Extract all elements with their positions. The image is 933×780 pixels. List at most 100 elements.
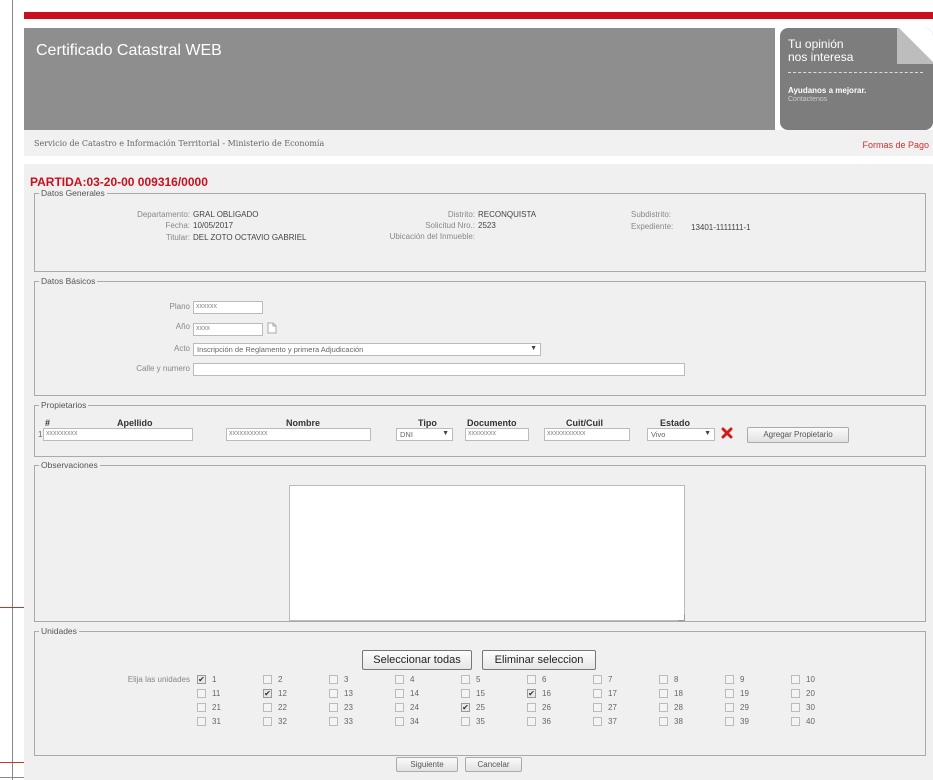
observaciones-textarea[interactable]: [289, 485, 685, 621]
unit-checkbox-29[interactable]: 29: [725, 702, 765, 714]
unit-checkbox-11[interactable]: 11: [197, 688, 237, 700]
checkbox-unchecked-icon[interactable]: [263, 703, 272, 712]
checkbox-unchecked-icon[interactable]: [197, 703, 206, 712]
unit-checkbox-24[interactable]: 24: [395, 702, 435, 714]
checkbox-unchecked-icon[interactable]: [461, 675, 470, 684]
checkbox-unchecked-icon[interactable]: [329, 717, 338, 726]
unit-checkbox-15[interactable]: 15: [461, 688, 501, 700]
document-icon[interactable]: [267, 322, 277, 334]
tipo-select[interactable]: DNI ▼: [396, 428, 453, 441]
apellido-input[interactable]: xxxxxxxxx: [43, 428, 193, 441]
unit-checkbox-32[interactable]: 32: [263, 716, 303, 728]
checkbox-unchecked-icon[interactable]: [395, 717, 404, 726]
unit-checkbox-4[interactable]: 4: [395, 674, 435, 686]
anio-input[interactable]: xxxx: [193, 323, 263, 336]
unit-checkbox-26[interactable]: 26: [527, 702, 567, 714]
unit-checkbox-10[interactable]: 10: [791, 674, 831, 686]
unit-checkbox-12[interactable]: ✔ 12: [263, 688, 303, 700]
checkbox-unchecked-icon[interactable]: [527, 675, 536, 684]
checkbox-unchecked-icon[interactable]: [461, 717, 470, 726]
unit-checkbox-25[interactable]: ✔ 25: [461, 702, 501, 714]
siguiente-button[interactable]: Siguiente: [396, 757, 458, 772]
checkbox-unchecked-icon[interactable]: [725, 717, 734, 726]
unit-checkbox-38[interactable]: 38: [659, 716, 699, 728]
checkbox-unchecked-icon[interactable]: [593, 675, 602, 684]
checkbox-checked-icon[interactable]: ✔: [461, 703, 470, 712]
unit-checkbox-28[interactable]: 28: [659, 702, 699, 714]
feedback-contact-link[interactable]: Contactenos: [788, 96, 827, 103]
plano-input[interactable]: xxxxxx: [193, 301, 263, 314]
checkbox-unchecked-icon[interactable]: [659, 689, 668, 698]
checkbox-unchecked-icon[interactable]: [725, 675, 734, 684]
unit-checkbox-13[interactable]: 13: [329, 688, 369, 700]
unit-checkbox-17[interactable]: 17: [593, 688, 633, 700]
cuit-input[interactable]: xxxxxxxxxxx: [544, 428, 630, 441]
unit-checkbox-33[interactable]: 33: [329, 716, 369, 728]
unit-checkbox-14[interactable]: 14: [395, 688, 435, 700]
checkbox-unchecked-icon[interactable]: [395, 689, 404, 698]
checkbox-checked-icon[interactable]: ✔: [527, 689, 536, 698]
agregar-propietario-button[interactable]: Agregar Propietario: [747, 427, 849, 443]
checkbox-unchecked-icon[interactable]: [659, 675, 668, 684]
unit-checkbox-35[interactable]: 35: [461, 716, 501, 728]
unit-checkbox-40[interactable]: 40: [791, 716, 831, 728]
unit-checkbox-9[interactable]: 9: [725, 674, 765, 686]
resize-grip-icon[interactable]: [678, 614, 685, 621]
unit-checkbox-19[interactable]: 19: [725, 688, 765, 700]
estado-select[interactable]: Vivo ▼: [647, 428, 715, 441]
checkbox-unchecked-icon[interactable]: [659, 717, 668, 726]
checkbox-unchecked-icon[interactable]: [791, 675, 800, 684]
checkbox-unchecked-icon[interactable]: [593, 689, 602, 698]
unit-checkbox-23[interactable]: 23: [329, 702, 369, 714]
seleccionar-todas-button[interactable]: Seleccionar todas: [362, 650, 472, 670]
checkbox-unchecked-icon[interactable]: [593, 703, 602, 712]
checkbox-unchecked-icon[interactable]: [197, 689, 206, 698]
checkbox-unchecked-icon[interactable]: [527, 717, 536, 726]
delete-x-icon[interactable]: [721, 427, 733, 439]
unit-checkbox-8[interactable]: 8: [659, 674, 699, 686]
unit-checkbox-21[interactable]: 21: [197, 702, 237, 714]
unit-checkbox-1[interactable]: ✔ 1: [197, 674, 237, 686]
formas-de-pago-link[interactable]: Formas de Pago: [862, 140, 929, 150]
checkbox-unchecked-icon[interactable]: [395, 703, 404, 712]
checkbox-unchecked-icon[interactable]: [263, 675, 272, 684]
eliminar-seleccion-button[interactable]: Eliminar seleccion: [482, 650, 596, 670]
unit-checkbox-37[interactable]: 37: [593, 716, 633, 728]
checkbox-unchecked-icon[interactable]: [659, 703, 668, 712]
checkbox-unchecked-icon[interactable]: [329, 689, 338, 698]
unit-checkbox-3[interactable]: 3: [329, 674, 369, 686]
unit-checkbox-30[interactable]: 30: [791, 702, 831, 714]
checkbox-unchecked-icon[interactable]: [329, 703, 338, 712]
checkbox-unchecked-icon[interactable]: [725, 703, 734, 712]
unit-checkbox-7[interactable]: 7: [593, 674, 633, 686]
nombre-input[interactable]: xxxxxxxxxxx: [226, 428, 371, 441]
checkbox-unchecked-icon[interactable]: [791, 703, 800, 712]
calle-input[interactable]: [193, 363, 685, 376]
checkbox-unchecked-icon[interactable]: [593, 717, 602, 726]
checkbox-checked-icon[interactable]: ✔: [197, 675, 206, 684]
unit-checkbox-6[interactable]: 6: [527, 674, 567, 686]
unit-checkbox-27[interactable]: 27: [593, 702, 633, 714]
checkbox-unchecked-icon[interactable]: [791, 689, 800, 698]
checkbox-unchecked-icon[interactable]: [395, 675, 404, 684]
unit-checkbox-2[interactable]: 2: [263, 674, 303, 686]
checkbox-unchecked-icon[interactable]: [197, 717, 206, 726]
checkbox-unchecked-icon[interactable]: [527, 703, 536, 712]
unit-checkbox-5[interactable]: 5: [461, 674, 501, 686]
cancelar-button[interactable]: Cancelar: [465, 757, 522, 772]
unit-checkbox-20[interactable]: 20: [791, 688, 831, 700]
checkbox-unchecked-icon[interactable]: [329, 675, 338, 684]
unit-checkbox-34[interactable]: 34: [395, 716, 435, 728]
documento-input[interactable]: xxxxxxxx: [465, 428, 529, 441]
unit-checkbox-22[interactable]: 22: [263, 702, 303, 714]
unit-checkbox-39[interactable]: 39: [725, 716, 765, 728]
checkbox-unchecked-icon[interactable]: [725, 689, 734, 698]
unit-checkbox-16[interactable]: ✔ 16: [527, 688, 567, 700]
checkbox-unchecked-icon[interactable]: [791, 717, 800, 726]
unit-checkbox-36[interactable]: 36: [527, 716, 567, 728]
acto-select[interactable]: Inscripción de Reglamento y primera Adju…: [193, 343, 541, 356]
checkbox-checked-icon[interactable]: ✔: [263, 689, 272, 698]
unit-checkbox-31[interactable]: 31: [197, 716, 237, 728]
checkbox-unchecked-icon[interactable]: [461, 689, 470, 698]
unit-checkbox-18[interactable]: 18: [659, 688, 699, 700]
